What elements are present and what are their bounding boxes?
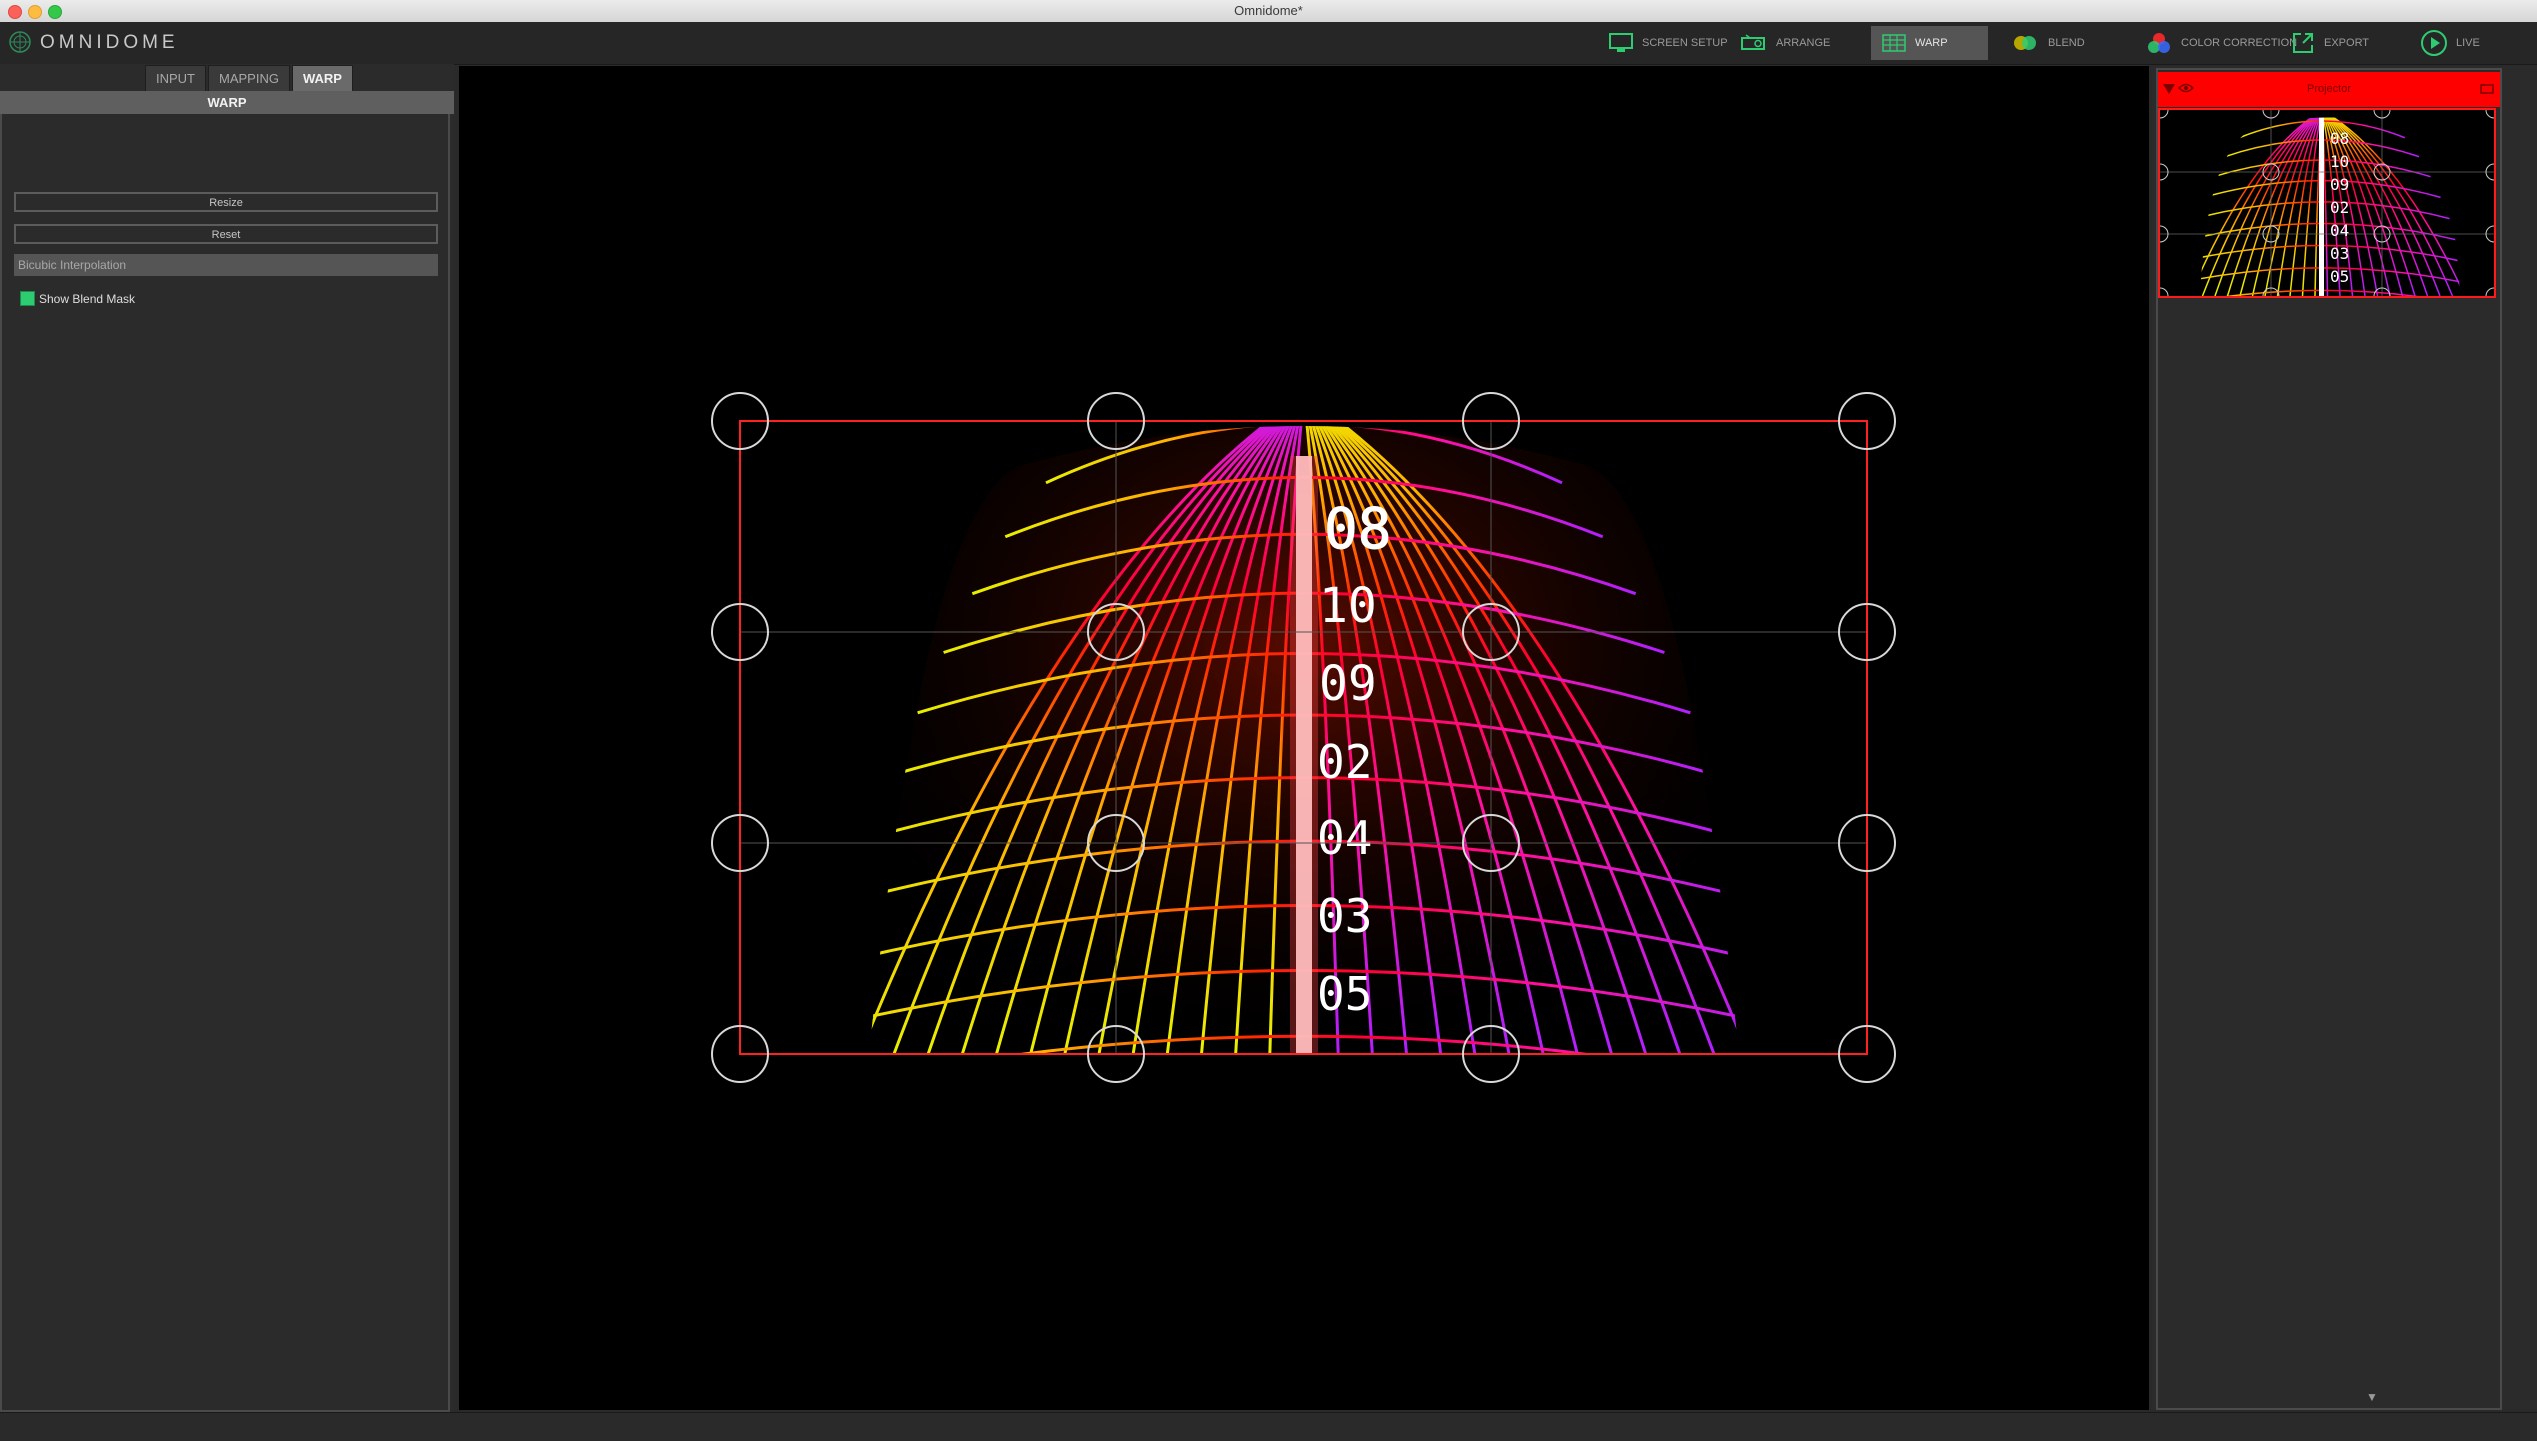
dome-preview-image: [869, 426, 1739, 1054]
monitor-icon: [1609, 33, 1633, 52]
left-panel: INPUT MAPPING WARP WARP Resize Reset Bic…: [0, 64, 454, 1412]
blend-button[interactable]: BLEND: [2000, 26, 2095, 60]
projector-label: 05: [2330, 267, 2349, 286]
export-icon: [2293, 33, 2313, 53]
arrange-button[interactable]: ARRANGE: [1730, 26, 1840, 60]
rgb-circles-icon: [2148, 33, 2170, 53]
show-blend-mask-label: Show Blend Mask: [39, 291, 136, 306]
screen-setup-button[interactable]: SCREEN SETUP: [1598, 26, 1738, 60]
show-blend-mask-option[interactable]: Show Blend Mask: [20, 291, 135, 306]
live-label: LIVE: [2456, 37, 2480, 49]
projector-label: 10: [2330, 152, 2349, 171]
projector-window-icon[interactable]: [2480, 84, 2494, 94]
title-bar: Omnidome*: [0, 0, 2537, 23]
canvas-label: 05: [1317, 967, 1372, 1021]
arrange-label: ARRANGE: [1776, 37, 1831, 49]
warp-section-body: Resize Reset Bicubic Interpolation Show …: [0, 114, 450, 1412]
grid-icon: [1882, 34, 1906, 52]
warp-section-header: WARP: [0, 91, 454, 114]
reset-button[interactable]: Reset: [14, 224, 438, 244]
right-panel: Projector 08 10 09 02 04 03 05: [2152, 66, 2537, 1410]
omnidome-logo-icon: [9, 31, 31, 53]
interpolation-select[interactable]: Bicubic Interpolation: [14, 254, 438, 276]
projector-icon: [1741, 34, 1765, 50]
projector-header[interactable]: Projector: [2158, 72, 2500, 107]
projector-label: 09: [2330, 175, 2349, 194]
canvas-label: 09: [1319, 656, 1377, 712]
projector-label: 03: [2330, 244, 2349, 263]
canvas-label: 10: [1319, 578, 1377, 634]
canvas-label: 08: [1324, 497, 1391, 562]
app-name: OMNIDOME: [40, 32, 179, 53]
export-label: EXPORT: [2324, 37, 2370, 49]
projector-thumbnail[interactable]: 08 10 09 02 04 03 05: [2158, 108, 2496, 298]
play-icon: [2421, 30, 2447, 56]
warp-canvas[interactable]: 08 10 09 02 04 03 05: [459, 66, 2149, 1410]
warp-viewport[interactable]: 08 10 09 02 04 03 05: [459, 66, 2149, 1410]
warp-label: WARP: [1915, 37, 1948, 49]
projector-label: 02: [2330, 198, 2349, 217]
circles-icon: [2014, 36, 2036, 50]
blend-label: BLEND: [2048, 37, 2085, 49]
canvas-label: 04: [1317, 811, 1372, 865]
screen-setup-label: SCREEN SETUP: [1642, 37, 1728, 49]
scroll-down-arrow-icon[interactable]: ▼: [2366, 1390, 2378, 1404]
tab-input[interactable]: INPUT: [145, 65, 206, 92]
warp-button[interactable]: WARP: [1871, 26, 1988, 60]
projector-label: 08: [2330, 129, 2349, 148]
live-button[interactable]: LIVE: [2410, 26, 2490, 60]
canvas-label: 03: [1317, 889, 1372, 943]
status-bar: [0, 1412, 2537, 1441]
projector-title: Projector: [2306, 83, 2352, 95]
main-toolbar: OMNIDOME SCREEN SETUP ARRANGE WARP BLEND…: [0, 22, 2537, 65]
tab-mapping[interactable]: MAPPING: [208, 65, 290, 92]
show-blend-mask-checkbox[interactable]: [20, 291, 35, 306]
tab-warp[interactable]: WARP: [291, 65, 353, 92]
canvas-label: 02: [1317, 735, 1372, 789]
projector-preview-image: 08 10 09 02 04 03 05: [2160, 110, 2494, 296]
mode-tabs: INPUT MAPPING WARP: [145, 65, 355, 92]
export-button[interactable]: EXPORT: [2280, 26, 2379, 60]
projector-label: 04: [2330, 221, 2349, 240]
window-title: Omnidome*: [1234, 3, 1303, 18]
resize-button[interactable]: Resize: [14, 192, 438, 212]
